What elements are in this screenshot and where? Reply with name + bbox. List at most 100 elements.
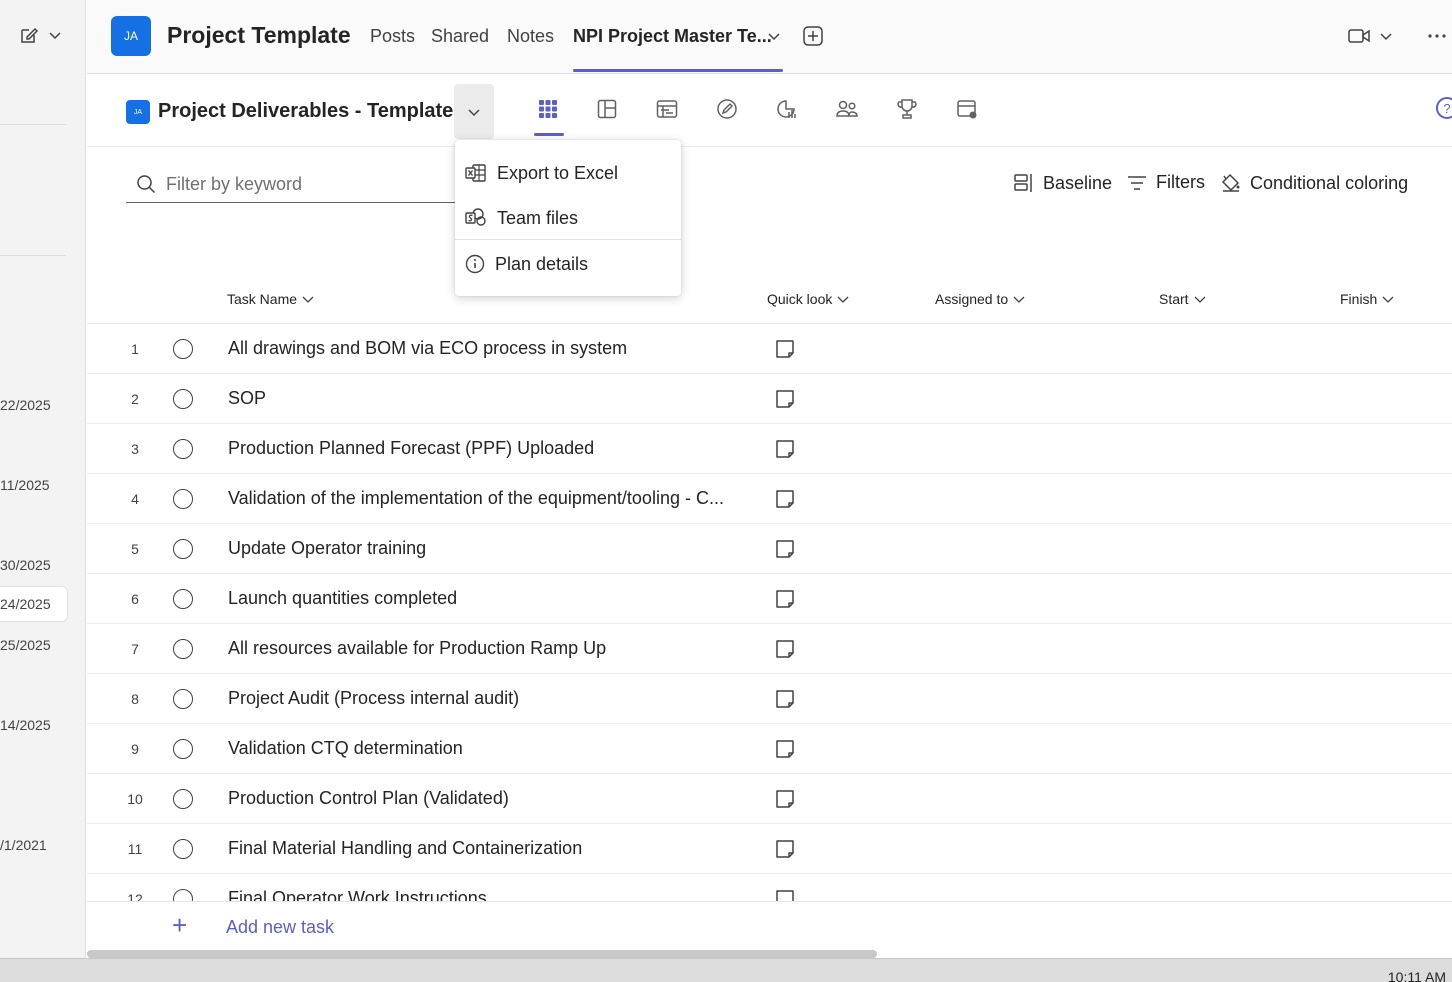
row-number: 8 [131,691,139,707]
column-header-quick-look[interactable]: Quick look [767,291,850,307]
note-icon [776,640,794,658]
table-row[interactable]: 11 Final Material Handling and Container… [87,824,1452,874]
help-icon[interactable]: ? [1436,97,1452,119]
filters-button[interactable]: Filters [1126,172,1205,193]
new-chat-button[interactable] [18,24,62,46]
list-item-date[interactable]: 22/2025 [0,397,51,413]
filter-keyword-input[interactable] [166,173,446,195]
complete-task-checkbox[interactable] [173,639,193,659]
menu-item-team-files[interactable]: Team files [455,196,681,240]
quick-look-button[interactable] [775,739,795,764]
view-notes-button[interactable] [713,95,741,123]
table-row[interactable]: 9 Validation CTQ determination [87,724,1452,774]
view-board-button[interactable] [593,95,621,123]
table-row[interactable]: 12 Final Operator Work Instructions [87,874,1452,901]
column-header-assigned-to[interactable]: Assigned to [935,291,1026,307]
task-name[interactable]: Project Audit (Process internal audit) [228,688,519,709]
task-name[interactable]: Production Control Plan (Validated) [228,788,509,809]
horizontal-scrollbar[interactable] [87,950,877,958]
quick-look-button[interactable] [775,539,795,564]
baseline-button[interactable]: Baseline [1013,172,1112,194]
note-icon [776,690,794,708]
table-row[interactable]: 4 Validation of the implementation of th… [87,474,1452,524]
plus-icon: + [172,910,188,940]
table-row[interactable]: 7 All resources available for Production… [87,624,1452,674]
table-row[interactable]: 8 Project Audit (Process internal audit) [87,674,1452,724]
view-people-button[interactable] [833,95,861,123]
quick-look-button[interactable] [775,389,795,414]
add-new-task-button[interactable]: Add new task [226,917,334,938]
task-name[interactable]: Update Operator training [228,538,426,559]
tab-posts[interactable]: Posts [370,26,415,47]
complete-task-checkbox[interactable] [173,389,193,409]
task-name[interactable]: Validation of the implementation of the … [228,488,724,509]
list-item-date[interactable]: 30/2025 [0,557,51,573]
task-name[interactable]: Production Planned Forecast (PPF) Upload… [228,438,594,459]
quick-look-button[interactable] [775,439,795,464]
plan-options-button[interactable] [454,84,494,139]
quick-look-button[interactable] [775,489,795,514]
quick-look-button[interactable] [775,889,795,901]
task-name[interactable]: Launch quantities completed [228,588,457,609]
task-name[interactable]: Final Operator Work Instructions [228,888,487,901]
meet-button[interactable] [1347,26,1393,46]
column-header-finish[interactable]: Finish [1340,291,1395,307]
complete-task-checkbox[interactable] [173,589,193,609]
tab-npi-project[interactable]: NPI Project Master Te... [573,26,772,47]
row-number: 9 [131,741,139,757]
task-name[interactable]: All drawings and BOM via ECO process in … [228,338,627,359]
table-row[interactable]: 10 Production Control Plan (Validated) [87,774,1452,824]
quick-look-button[interactable] [775,589,795,614]
quick-look-button[interactable] [775,639,795,664]
tab-notes[interactable]: Notes [507,26,554,47]
list-item-date-selected[interactable]: 24/2025 [0,586,68,622]
view-timeline-button[interactable] [653,95,681,123]
team-title: Project Template [167,22,351,48]
complete-task-checkbox[interactable] [173,689,193,709]
table-row[interactable]: 2 SOP [87,374,1452,424]
row-number: 6 [131,591,139,607]
complete-task-checkbox[interactable] [173,889,193,901]
conditional-coloring-button[interactable]: Conditional coloring [1220,172,1408,194]
plan-title[interactable]: Project Deliverables - Template [158,100,453,123]
tab-shared[interactable]: Shared [431,26,489,47]
complete-task-checkbox[interactable] [173,739,193,759]
complete-task-checkbox[interactable] [173,339,193,359]
chevron-down-icon [1194,296,1206,303]
menu-item-export-excel[interactable]: Export to Excel [455,151,681,195]
list-item-date[interactable]: 11/2025 [0,477,50,493]
team-avatar[interactable]: JA [111,16,151,56]
view-calendar-button[interactable] [953,95,981,123]
complete-task-checkbox[interactable] [173,439,193,459]
quick-look-button[interactable] [775,789,795,814]
view-charts-button[interactable] [773,95,801,123]
add-task-row[interactable]: + Add new task [87,901,1452,949]
menu-item-plan-details[interactable]: Plan details [455,242,681,286]
quick-look-button[interactable] [775,839,795,864]
complete-task-checkbox[interactable] [173,489,193,509]
quick-look-button[interactable] [775,339,795,364]
table-row[interactable]: 3 Production Planned Forecast (PPF) Uplo… [87,424,1452,474]
complete-task-checkbox[interactable] [173,839,193,859]
table-row[interactable]: 5 Update Operator training [87,524,1452,574]
view-goals-button[interactable] [893,95,921,123]
task-name[interactable]: All resources available for Production R… [228,638,606,659]
add-tab-button[interactable] [802,25,824,47]
complete-task-checkbox[interactable] [173,789,193,809]
column-header-task-name[interactable]: Task Name [227,291,315,307]
list-item-date[interactable]: 14/2025 [0,717,51,733]
task-name[interactable]: SOP [228,388,266,409]
quick-look-button[interactable] [775,689,795,714]
list-item-date[interactable]: /1/2021 [0,837,47,853]
table-row[interactable]: 6 Launch quantities completed [87,574,1452,624]
table-row[interactable]: 1 All drawings and BOM via ECO process i… [87,324,1452,374]
column-header-start[interactable]: Start [1159,291,1207,307]
more-options-button[interactable] [1427,33,1447,39]
task-name[interactable]: Validation CTQ determination [228,738,463,759]
view-grid-button[interactable] [534,95,562,123]
list-item-date[interactable]: 25/2025 [0,637,51,653]
tab-options-button[interactable] [767,29,781,43]
complete-task-checkbox[interactable] [173,539,193,559]
task-name[interactable]: Final Material Handling and Containeriza… [228,838,582,859]
filter-icon [1128,175,1146,190]
